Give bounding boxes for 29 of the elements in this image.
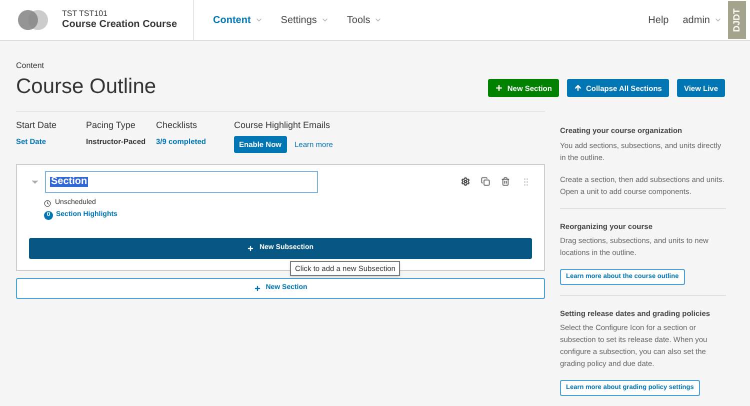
caret-icon <box>254 16 263 24</box>
help-link[interactable]: Help <box>648 12 669 28</box>
caret-icon <box>714 16 722 24</box>
settings-icon[interactable] <box>461 177 470 186</box>
arrow-up-icon <box>574 84 582 92</box>
plus-icon <box>254 284 261 292</box>
info-label: Course Highlight Emails <box>234 119 332 132</box>
user-menu[interactable]: admin <box>682 12 722 28</box>
caret-icon <box>320 16 329 24</box>
nav-menu[interactable]: Content <box>213 12 263 28</box>
info-label: Checklists <box>156 119 198 132</box>
caret-icon <box>374 16 382 24</box>
plus-icon <box>495 84 504 92</box>
section-name-field[interactable]: Section <box>45 170 318 193</box>
duplicate-icon[interactable] <box>481 177 490 186</box>
breadcrumb: Content <box>16 60 46 72</box>
nav-menu[interactable]: Tools <box>346 12 382 28</box>
drag-handle-icon[interactable] <box>521 176 531 187</box>
delete-icon[interactable] <box>501 177 510 186</box>
course-title: Course Creation Course <box>62 18 178 32</box>
page-title: Course Outline <box>16 74 156 100</box>
debug-toolbar-tab[interactable]: DJDT <box>727 0 747 40</box>
logo-icon <box>18 10 48 30</box>
plus-icon <box>247 244 254 252</box>
info-label: Pacing Type <box>86 119 136 132</box>
nav-menu[interactable]: Settings <box>280 12 329 28</box>
clock-icon <box>44 200 51 206</box>
course-org: TST TST101 <box>62 8 108 19</box>
info-label: Start Date <box>16 119 58 132</box>
